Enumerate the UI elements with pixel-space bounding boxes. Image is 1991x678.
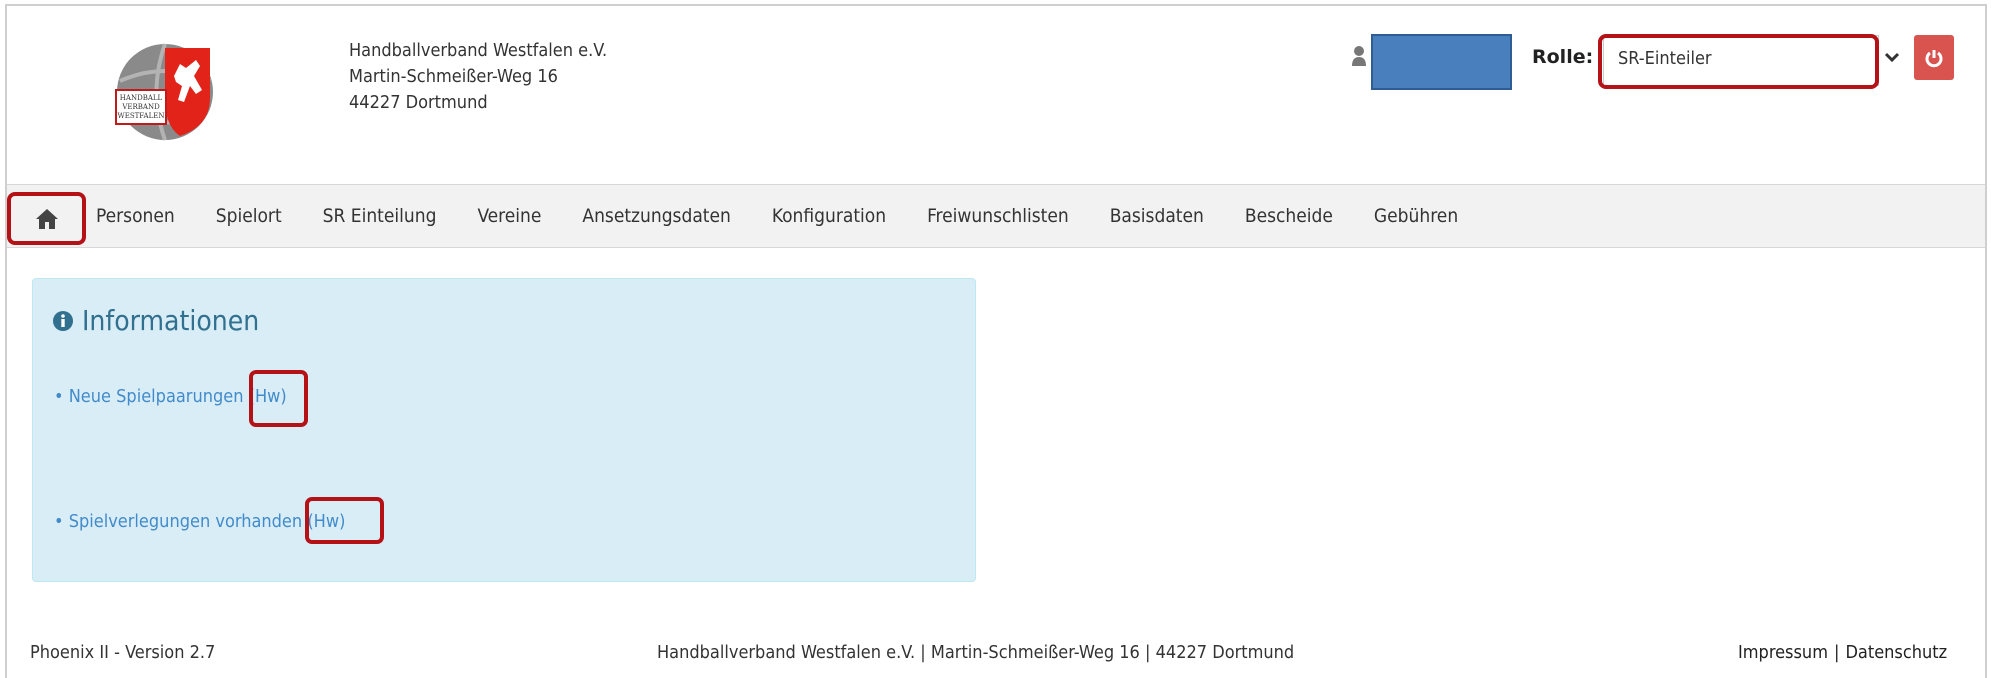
- home-button[interactable]: [7, 192, 86, 245]
- user-name-redacted[interactable]: [1371, 34, 1512, 90]
- nav-item-personen[interactable]: Personen: [96, 205, 175, 227]
- home-icon: [35, 208, 58, 229]
- nav-menu: Personen Spielort SR Einteilung Vereine …: [96, 184, 1458, 248]
- nav-item-bescheide[interactable]: Bescheide: [1245, 205, 1333, 227]
- organization-address: Handballverband Westfalen e.V. Martin-Sc…: [349, 38, 607, 116]
- spielverlegungen-highlight: [305, 497, 384, 544]
- nav-item-spielort[interactable]: Spielort: [216, 205, 282, 227]
- spielverlegungen-text[interactable]: • Spielverlegungen vorhanden: [54, 511, 302, 532]
- neue-spielpaarungen-highlight: [249, 370, 308, 427]
- role-label: Rolle:: [1532, 46, 1594, 68]
- footer-version: Phoenix II - Version 2.7: [30, 642, 216, 663]
- footer-links: Impressum | Datenschutz: [1738, 642, 1947, 663]
- power-icon: [1925, 49, 1943, 67]
- user-icon: [1352, 46, 1366, 66]
- nav-item-sr-einteilung[interactable]: SR Einteilung: [323, 205, 437, 227]
- svg-text:WESTFALEN: WESTFALEN: [118, 112, 165, 120]
- nav-item-vereine[interactable]: Vereine: [477, 205, 541, 227]
- spielverlegungen-link[interactable]: • Spielverlegungen vorhanden (Hw): [54, 511, 345, 532]
- chevron-down-icon[interactable]: [1884, 49, 1900, 65]
- datenschutz-link[interactable]: Datenschutz: [1845, 642, 1947, 663]
- impressum-link[interactable]: Impressum: [1738, 642, 1828, 663]
- org-city: 44227 Dortmund: [349, 92, 488, 113]
- org-street: Martin-Schmeißer-Weg 16: [349, 66, 558, 87]
- nav-item-freiwunschlisten[interactable]: Freiwunschlisten: [927, 205, 1069, 227]
- svg-text:VERBAND: VERBAND: [121, 103, 160, 111]
- info-circle-icon: [53, 310, 73, 331]
- nav-item-konfiguration[interactable]: Konfiguration: [772, 205, 886, 227]
- svg-text:HANDBALL: HANDBALL: [120, 94, 163, 102]
- footer-address: Handballverband Westfalen e.V. | Martin-…: [657, 642, 1295, 663]
- neue-spielpaarungen-text[interactable]: • Neue Spielpaarungen: [54, 386, 244, 407]
- logout-button[interactable]: [1914, 35, 1954, 80]
- handballverband-logo: HANDBALL VERBAND WESTFALEN: [115, 43, 213, 141]
- nav-item-basisdaten[interactable]: Basisdaten: [1110, 205, 1204, 227]
- org-name: Handballverband Westfalen e.V.: [349, 40, 608, 61]
- footer-separator: |: [1833, 642, 1840, 663]
- role-select-highlight: [1598, 34, 1879, 89]
- nav-item-ansetzungsdaten[interactable]: Ansetzungsdaten: [582, 205, 730, 227]
- nav-item-gebuehren[interactable]: Gebühren: [1374, 205, 1458, 227]
- info-panel-title: Informationen: [52, 304, 259, 337]
- info-title-text: Informationen: [82, 304, 260, 337]
